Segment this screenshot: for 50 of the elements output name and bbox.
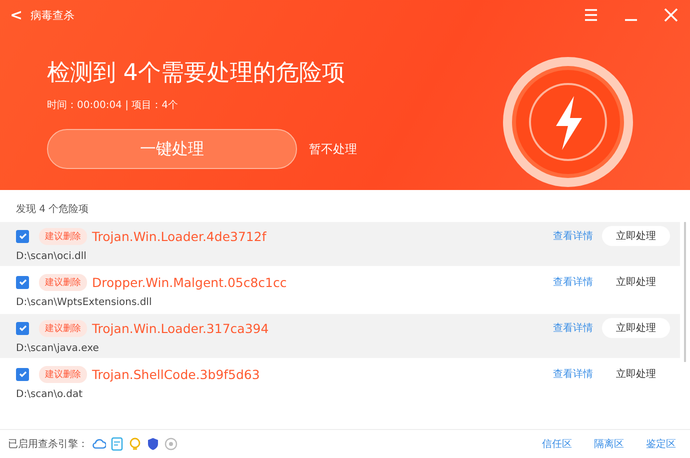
threat-tag: 建议删除 [39,320,87,336]
scan-meta: 时间：00:00:04 | 项目：4个 [47,98,180,112]
threat-name: Dropper.Win.Malgent.05c8c1cc [92,274,287,290]
document-icon [110,437,124,451]
threat-row[interactable]: 建议删除 Trojan.Win.Loader.317ca394 查看详情 立即处理 D:\scan\java.exe [0,314,680,358]
file-path: D:\scan\WptsExtensions.dll [16,297,153,308]
threat-name: Trojan.Win.Loader.317ca394 [92,320,269,336]
skip-link[interactable]: 暂不处理 [309,140,357,158]
file-path: D:\scan\java.exe [16,343,100,354]
details-link[interactable]: 查看详情 [553,321,593,335]
threat-tag: 建议删除 [39,366,87,382]
result-heading: 检测到 4个需要处理的危险项 [47,59,346,88]
checkmark-icon [18,231,28,241]
lightning-badge-icon [502,56,634,188]
checkbox[interactable] [16,368,29,380]
threat-row[interactable]: 建议删除 Trojan.Win.Loader.4de3712f 查看详情 立即处理 D:\scan\oci.dll [0,222,680,266]
circle-icon [164,437,178,451]
file-path: D:\scan\oci.dll [16,251,88,262]
threat-name: Trojan.ShellCode.3b9f5d63 [92,366,260,382]
fix-button[interactable]: 立即处理 [602,272,670,292]
fix-button[interactable]: 立即处理 [602,226,670,246]
back-button[interactable]: < [8,6,25,24]
fix-button[interactable]: 立即处理 [602,318,670,338]
details-link[interactable]: 查看详情 [553,367,593,381]
fix-button[interactable]: 立即处理 [602,364,670,384]
menu-icon[interactable] [584,8,598,22]
window-title: 病毒查杀 [30,8,75,22]
threat-tag: 建议删除 [39,228,87,244]
checkbox[interactable] [16,276,29,288]
checkmark-icon [18,323,28,333]
shield-icon [146,437,160,451]
engines-label: 已启用查杀引擎： [8,438,88,451]
file-path: D:\scan\o.dat [16,389,84,400]
cloud-icon [92,437,106,451]
close-icon[interactable] [664,8,678,22]
threat-tag: 建议删除 [39,274,87,290]
status-link[interactable]: 信任区 [542,437,572,451]
status-link[interactable]: 鉴定区 [646,437,676,451]
details-link[interactable]: 查看详情 [553,275,593,289]
checkmark-icon [18,277,28,287]
threat-name: Trojan.Win.Loader.4de3712f [92,228,266,244]
status-link[interactable]: 隔离区 [594,437,624,451]
list-caption: 发现 4 个危险项 [15,203,90,217]
scrollbar[interactable] [684,222,686,362]
checkbox[interactable] [16,322,29,334]
fix-all-button[interactable]: 一键处理 [47,129,297,169]
checkmark-icon [18,369,28,379]
bulb-icon [128,437,142,451]
checkbox[interactable] [16,230,29,242]
details-link[interactable]: 查看详情 [553,229,593,243]
